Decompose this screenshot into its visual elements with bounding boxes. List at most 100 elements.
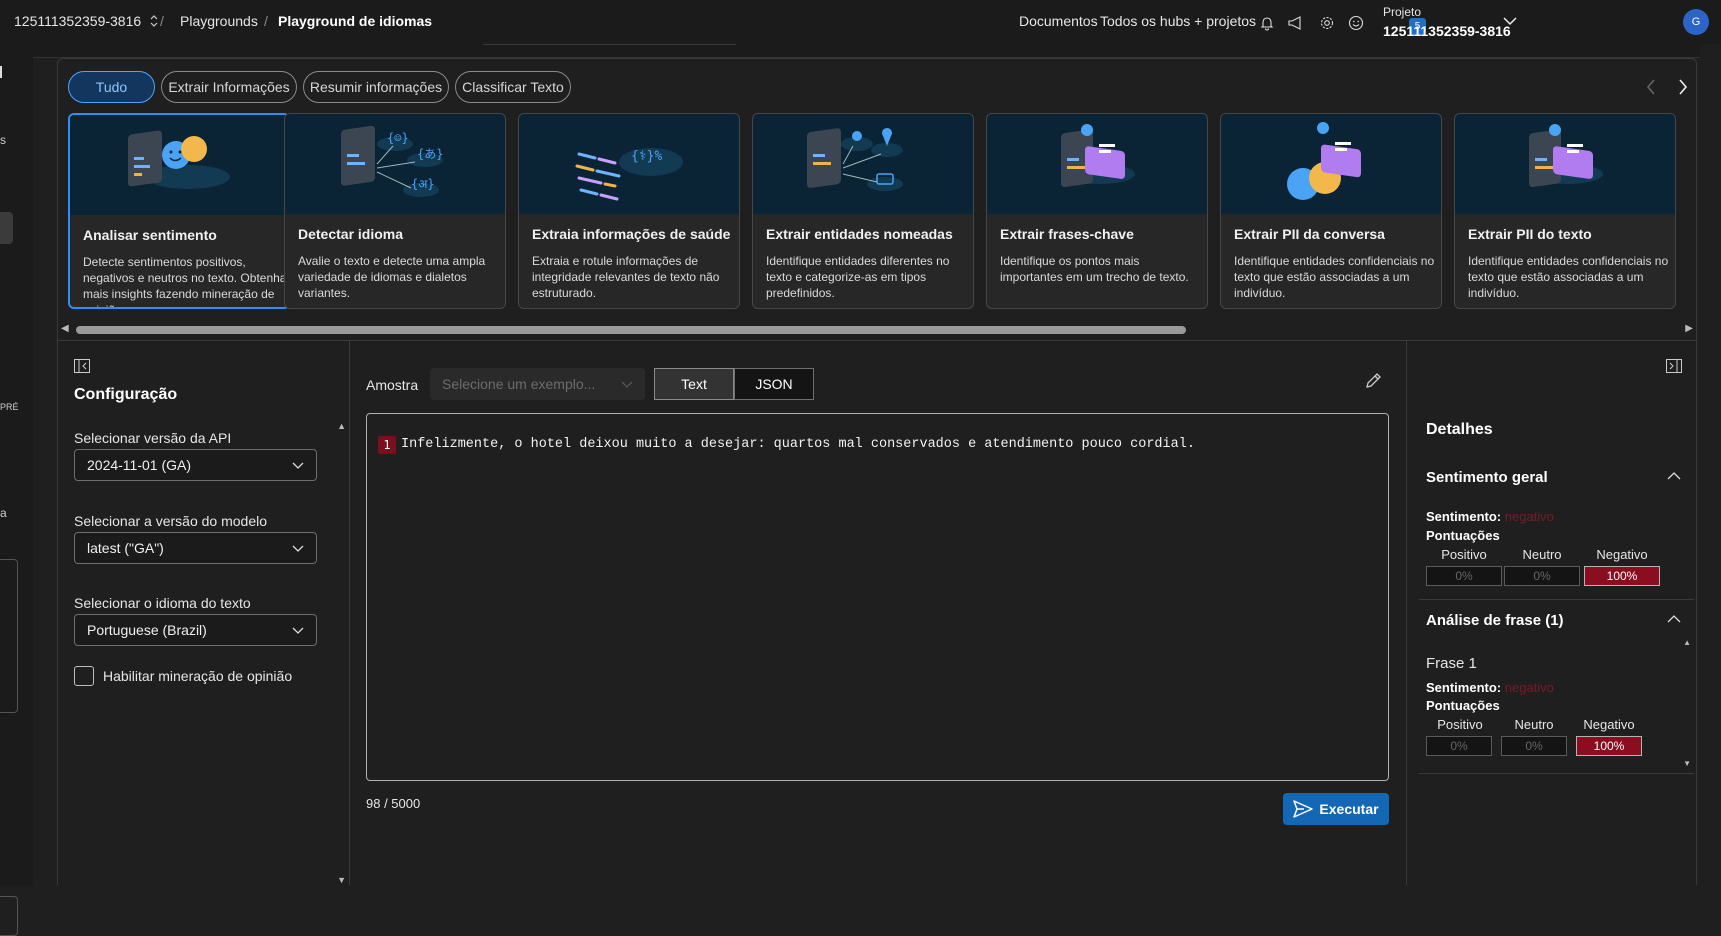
scenario-card-pii-text[interactable]: Extrair PII do texto Identifique entidad…	[1454, 113, 1676, 309]
scenario-card-health[interactable]: {⚕}% Extraia informações de saúde Extrai…	[518, 113, 740, 309]
sentence-analysis-title: Análise de frase (1)	[1426, 612, 1564, 629]
filter-chip-all[interactable]: Tudo	[68, 71, 155, 103]
api-version-label: Selecionar versão da API	[74, 430, 232, 446]
nav-selected-item[interactable]	[0, 212, 13, 244]
card-description: Identifique entidades diferentes no text…	[766, 254, 950, 300]
chevron-down-icon	[1503, 17, 1517, 26]
filter-chip-classify[interactable]: Classificar Texto	[455, 71, 571, 103]
collapse-panel-icon[interactable]	[1666, 359, 1682, 373]
filter-chip-label: Resumir informações	[309, 79, 443, 95]
sentence-1-label: Frase 1	[1426, 655, 1477, 672]
smiley-feedback-icon[interactable]	[1345, 12, 1367, 34]
card-title: Extrair PII do texto	[1468, 226, 1592, 242]
pii-conversation-icon	[1221, 114, 1441, 214]
run-button[interactable]: Executar	[1283, 793, 1389, 825]
text-language-label: Selecionar o idioma do texto	[74, 595, 251, 611]
hubs-projects-link[interactable]: Todos os hubs + projetos	[1100, 13, 1256, 29]
scores-label: Pontuações	[1426, 528, 1500, 543]
filter-chip-label: Classificar Texto	[462, 79, 564, 95]
scenario-card-sentiment[interactable]: Analisar sentimento Detecte sentimentos …	[68, 113, 290, 309]
tab-text[interactable]: Text	[654, 368, 734, 400]
divider	[1419, 773, 1694, 774]
gallery-scrollbar[interactable]: ◀ ▶	[57, 320, 1697, 340]
sample-placeholder: Selecione um exemplo...	[442, 376, 596, 392]
scenario-card-pii-conversation[interactable]: Extrair PII da conversa Identifique enti…	[1220, 113, 1442, 309]
project-name: 125111352359-3816	[1383, 23, 1511, 39]
nav-icon[interactable]	[0, 66, 4, 78]
bell-icon[interactable]	[1256, 12, 1278, 34]
card-title: Extrair PII da conversa	[1234, 226, 1385, 242]
sentiment-label: Sentimento:	[1426, 509, 1502, 524]
card-description: Identifique entidades confidenciais no t…	[1234, 254, 1435, 300]
sample-select[interactable]: Selecione um exemplo...	[430, 368, 645, 400]
scroll-left-arrow-icon[interactable]: ◀	[61, 323, 69, 334]
sentiment-value: negativo	[1504, 509, 1554, 524]
filter-chip-summarize[interactable]: Resumir informações	[303, 71, 449, 103]
model-version-select[interactable]: latest ("GA")	[74, 532, 317, 564]
scroll-right-arrow-icon[interactable]: ▶	[1685, 323, 1693, 334]
scenario-card-entities[interactable]: Extrair entidades nomeadas Identifique e…	[752, 113, 974, 309]
megaphone-icon[interactable]	[1285, 12, 1307, 34]
collapse-panel-icon[interactable]	[74, 359, 90, 373]
col-positive: Positivo	[1437, 717, 1483, 732]
col-negative: Negativo	[1596, 547, 1648, 562]
text-language-select[interactable]: Portuguese (Brazil)	[74, 614, 317, 646]
docs-link[interactable]: Documentos	[1019, 13, 1098, 29]
scroll-up-arrow-icon[interactable]: ▲	[1683, 638, 1691, 647]
card-title: Extrair entidades nomeadas	[766, 226, 953, 242]
overall-sentiment-row: Sentimento: negativo	[1426, 509, 1554, 524]
config-title: Configuração	[74, 386, 178, 403]
svg-text:{あ}: {あ}	[417, 147, 443, 161]
col-neutral: Neutro	[1522, 547, 1562, 562]
character-count: 98 / 5000	[366, 796, 421, 811]
scenario-card-keyphrases[interactable]: Extrair frases-chave Identifique os pont…	[986, 113, 1208, 309]
chevron-right-icon[interactable]	[1678, 79, 1688, 95]
scroll-up-arrow-icon[interactable]: ▲	[337, 421, 346, 431]
run-button-label: Executar	[1319, 801, 1379, 817]
filter-chip-label: Extrair Informações	[168, 79, 290, 95]
card-description: Detecte sentimentos positivos, negativos…	[83, 255, 287, 307]
scenario-card-language[interactable]: {☺} {あ} {अ} Detectar idioma Avalie o tex…	[284, 113, 506, 309]
scroll-down-arrow-icon[interactable]: ▼	[337, 875, 346, 885]
text-editor[interactable]: 1 Infelizmente, o hotel deixou muito a d…	[366, 413, 1389, 781]
chevron-up-icon[interactable]	[1667, 471, 1681, 481]
filter-chip-extract[interactable]: Extrair Informações	[161, 71, 297, 103]
divider	[1419, 599, 1694, 600]
svg-text:{⚕}%: {⚕}%	[631, 149, 662, 164]
text-language-value: Portuguese (Brazil)	[87, 622, 207, 638]
sentiment-label: Sentimento:	[1426, 680, 1502, 695]
chevron-down-icon	[292, 627, 304, 634]
api-version-select[interactable]: 2024-11-01 (GA)	[74, 449, 317, 481]
score-neutral: 0%	[1501, 736, 1567, 756]
page-header-edge	[33, 44, 1700, 58]
chevron-up-icon[interactable]	[1667, 614, 1681, 624]
pencil-icon[interactable]	[1363, 371, 1383, 391]
project-selector[interactable]: Projeto 125111352359-3816	[1383, 4, 1527, 40]
sample-label: Amostra	[366, 377, 419, 393]
scrollbar-thumb[interactable]	[76, 326, 1186, 334]
scroll-down-arrow-icon[interactable]: ▼	[1683, 759, 1691, 768]
card-title: Analisar sentimento	[83, 227, 217, 243]
breadcrumb-playgrounds[interactable]: Playgrounds	[180, 13, 258, 29]
col-neutral: Neutro	[1514, 717, 1554, 732]
breadcrumb-separator: /	[160, 13, 164, 29]
model-version-value: latest ("GA")	[87, 540, 164, 556]
breadcrumb-separator: /	[264, 13, 268, 29]
overall-sentiment-title: Sentimento geral	[1426, 469, 1548, 486]
chevron-left-icon[interactable]	[1646, 79, 1656, 95]
input-text-line[interactable]: Infelizmente, o hotel deixou muito a des…	[401, 437, 1195, 452]
gear-icon[interactable]	[1316, 12, 1338, 34]
nav-fragment: s	[0, 133, 6, 147]
tab-json[interactable]: JSON	[734, 368, 814, 400]
api-version-value: 2024-11-01 (GA)	[87, 457, 192, 473]
left-nav-strip: s PRÉ a	[0, 44, 33, 936]
chevron-down-icon	[621, 381, 633, 388]
send-icon	[1293, 800, 1314, 818]
opinion-mining-checkbox[interactable]	[74, 666, 94, 686]
card-title: Extrair frases-chave	[1000, 226, 1134, 242]
project-switcher[interactable]: 125111352359-3816	[14, 13, 159, 29]
card-description: Extraia e rotule informações de integrid…	[532, 254, 720, 300]
avatar[interactable]: G	[1683, 9, 1709, 35]
sentence-1-sentiment-row: Sentimento: negativo	[1426, 680, 1554, 695]
chevron-updown-icon	[150, 15, 158, 27]
